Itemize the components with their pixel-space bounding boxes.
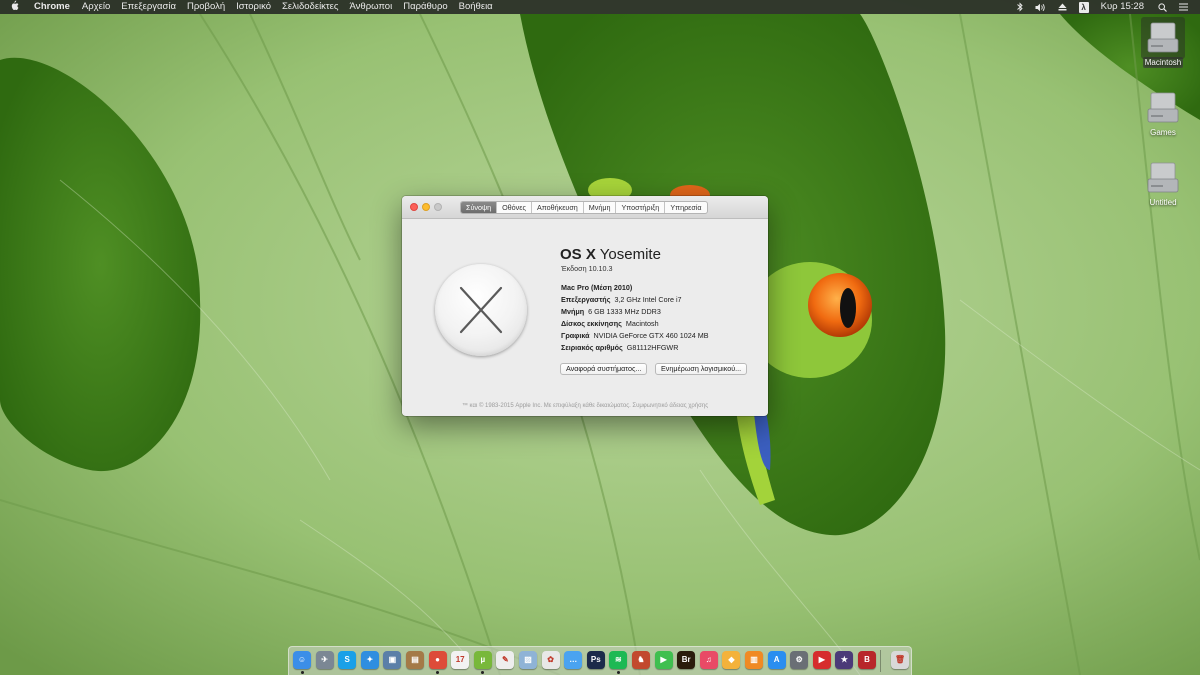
bridge-icon[interactable]: Br bbox=[677, 651, 696, 669]
iphoto-icon[interactable]: ▨ bbox=[519, 651, 537, 669]
youtube-icon[interactable]: ▶ bbox=[812, 651, 831, 669]
trash-icon[interactable]: 🗑 bbox=[891, 651, 909, 669]
spec-key: Σειριακός αριθμός bbox=[561, 343, 623, 352]
chrome-icon[interactable]: ● bbox=[428, 651, 447, 669]
system-preferences-icon[interactable]: ⚙ bbox=[790, 651, 809, 669]
os-name-rest: Yosemite bbox=[595, 246, 661, 263]
messages-icon[interactable]: … bbox=[564, 651, 583, 669]
menu-people[interactable]: Άνθρωποι bbox=[350, 0, 393, 14]
menu-view[interactable]: Προβολή bbox=[187, 0, 225, 14]
tab-memory[interactable]: Μνήμη bbox=[584, 202, 617, 213]
drive-label: Untitled bbox=[1149, 198, 1177, 207]
tab-support[interactable]: Υποστήριξη bbox=[616, 202, 666, 213]
spec-value: 3,2 GHz Intel Core i7 bbox=[614, 295, 682, 304]
about-this-mac-window: Σύνοψη Οθόνες Αποθήκευση Μνήμη Υποστήριξ… bbox=[402, 196, 768, 416]
tab-overview[interactable]: Σύνοψη bbox=[461, 202, 498, 213]
hard-drive-icon bbox=[1145, 161, 1181, 195]
tab-storage[interactable]: Αποθήκευση bbox=[532, 202, 584, 213]
safari-icon[interactable]: ✦ bbox=[360, 651, 379, 669]
app-store-icon[interactable]: A bbox=[767, 651, 786, 669]
os-version: Έκδοση 10.10.3 bbox=[561, 264, 613, 273]
os-name: OS X Yosemite bbox=[560, 246, 661, 263]
spotify-icon[interactable]: ≋ bbox=[609, 651, 628, 669]
utorrent-icon[interactable]: µ bbox=[473, 651, 492, 669]
menu-window[interactable]: Παράθυρο bbox=[403, 0, 447, 14]
running-indicator bbox=[436, 671, 440, 674]
overview-content: OS X Yosemite Έκδοση 10.10.3 Mac Pro (Μέ… bbox=[402, 219, 768, 415]
spec-key: Γραφικά bbox=[561, 331, 590, 340]
menu-bar: Chrome Αρχείο Επεξεργασία Προβολή Ιστορι… bbox=[0, 0, 1200, 14]
spec-row-processor: Επεξεργαστής 3,2 GHz Intel Core i7 bbox=[561, 294, 709, 306]
calendar-icon[interactable]: 17 bbox=[451, 651, 470, 669]
desktop-drive-untitled[interactable]: Untitled bbox=[1138, 161, 1188, 208]
tab-bar: Σύνοψη Οθόνες Αποθήκευση Μνήμη Υποστήριξ… bbox=[460, 201, 708, 214]
menu-bookmarks[interactable]: Σελιδοδείκτες bbox=[282, 0, 339, 14]
menu-history[interactable]: Ιστορικό bbox=[236, 0, 271, 14]
menu-help[interactable]: Βοήθεια bbox=[459, 0, 493, 14]
sketch-icon[interactable]: ◆ bbox=[722, 651, 741, 669]
spec-row-graphics: Γραφικά NVIDIA GeForce GTX 460 1024 MB bbox=[561, 330, 709, 342]
facetime-icon[interactable]: ▶ bbox=[654, 651, 673, 669]
spec-value: G81112HFGWR bbox=[626, 343, 679, 352]
notification-list-icon[interactable] bbox=[1179, 3, 1188, 11]
spec-value: NVIDIA GeForce GTX 460 1024 MB bbox=[593, 331, 709, 340]
spec-key: Επεξεργαστής bbox=[561, 295, 611, 304]
spec-key: Μνήμη bbox=[561, 307, 585, 316]
window-titlebar[interactable]: Σύνοψη Οθόνες Αποθήκευση Μνήμη Υποστήριξ… bbox=[402, 196, 768, 219]
menu-clock[interactable]: Κυρ 15:28 bbox=[1101, 0, 1144, 14]
tab-service[interactable]: Υπηρεσία bbox=[665, 202, 706, 213]
drive-label: Games bbox=[1150, 128, 1176, 137]
volume-icon[interactable] bbox=[1035, 3, 1046, 12]
skype-icon[interactable]: S bbox=[338, 651, 357, 669]
finder-icon[interactable]: ☺ bbox=[293, 651, 311, 669]
spec-list: Mac Pro (Μέση 2010) Επεξεργαστής 3,2 GHz … bbox=[561, 282, 709, 354]
lambda-menu-icon[interactable]: λ bbox=[1078, 1, 1089, 13]
app-name-menu[interactable]: Chrome bbox=[34, 0, 70, 14]
hard-drive-icon bbox=[1141, 17, 1185, 59]
imovie-icon[interactable]: ★ bbox=[835, 651, 854, 669]
copyright-footer: ™ και © 1983-2015 Apple Inc. Με επιφύλαξ… bbox=[461, 403, 709, 409]
launchpad-icon[interactable]: ✈ bbox=[315, 651, 334, 669]
ibooks-icon[interactable]: ▥ bbox=[745, 651, 763, 669]
search-icon[interactable] bbox=[1158, 2, 1167, 12]
software-update-button[interactable]: Ενημέρωση λογισμικού... bbox=[655, 363, 748, 375]
spec-row-serial: Σειριακός αριθμός G81112HFGWR bbox=[561, 342, 709, 354]
spec-row-startup-disk: Δίσκος εκκίνησης Macintosh bbox=[561, 318, 709, 330]
preview-icon[interactable]: ▣ bbox=[383, 651, 402, 669]
lambda-label: λ bbox=[1078, 1, 1089, 13]
os-x-logo-icon bbox=[435, 264, 527, 356]
b-app-icon[interactable]: B bbox=[858, 651, 876, 669]
dock-separator bbox=[880, 650, 881, 672]
running-indicator bbox=[300, 671, 304, 674]
close-button[interactable] bbox=[410, 203, 418, 211]
minimize-button[interactable] bbox=[422, 203, 430, 211]
menu-edit[interactable]: Επεξεργασία bbox=[121, 0, 176, 14]
dock: ☺ ✈ S ✦ ▣ ▤ ● 17 µ ✎ ▨ ✿… Ps ≋ ♞ ▶ Br ♫ ◆ ▥ A ⚙ ▶ ★ B 🗑 bbox=[288, 646, 912, 675]
unarchiver-icon[interactable]: ▤ bbox=[406, 651, 424, 669]
zoom-button[interactable] bbox=[434, 203, 442, 211]
bluetooth-icon[interactable] bbox=[1016, 2, 1023, 12]
os-name-bold: OS X bbox=[560, 246, 596, 263]
eject-icon[interactable] bbox=[1058, 3, 1067, 11]
spec-value: Macintosh bbox=[625, 319, 659, 328]
tab-displays[interactable]: Οθόνες bbox=[497, 202, 532, 213]
itunes-icon[interactable]: ♫ bbox=[699, 651, 718, 669]
menu-file[interactable]: Αρχείο bbox=[82, 0, 110, 14]
status-area: λ Κυρ 15:28 bbox=[1016, 0, 1200, 14]
spec-value: 6 GB 1333 MHz DDR3 bbox=[588, 307, 661, 316]
spec-row-memory: Μνήμη 6 GB 1333 MHz DDR3 bbox=[561, 306, 709, 318]
desktop-drive-macintosh[interactable]: Macintosh bbox=[1138, 17, 1188, 68]
games-icon[interactable]: ♞ bbox=[632, 651, 650, 669]
system-report-button[interactable]: Αναφορά συστήματος... bbox=[560, 363, 648, 375]
hard-drive-icon bbox=[1145, 91, 1181, 125]
textedit-icon[interactable]: ✎ bbox=[496, 651, 515, 669]
photoshop-icon[interactable]: Ps bbox=[586, 651, 605, 669]
apple-menu-icon[interactable] bbox=[10, 0, 24, 15]
desktop-drive-games[interactable]: Games bbox=[1138, 91, 1188, 138]
running-indicator bbox=[481, 671, 485, 674]
spec-key: Δίσκος εκκίνησης bbox=[561, 319, 622, 328]
photos-icon[interactable]: ✿ bbox=[541, 651, 560, 669]
running-indicator bbox=[616, 671, 620, 674]
model-name: Mac Pro (Μέση 2010) bbox=[561, 283, 633, 292]
